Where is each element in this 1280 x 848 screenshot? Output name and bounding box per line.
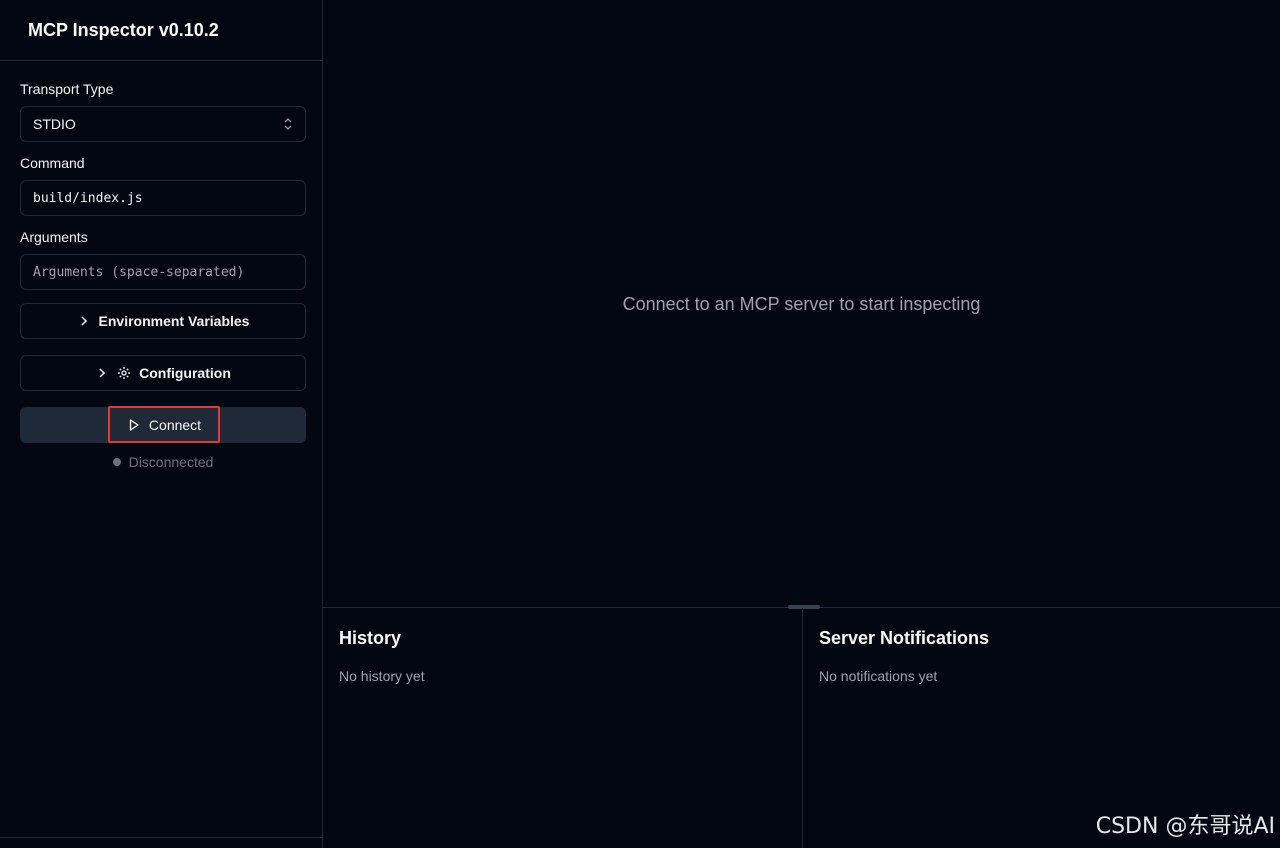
empty-state-message: Connect to an MCP server to start inspec…	[622, 294, 981, 314]
connection-status: Disconnected	[20, 454, 306, 470]
sidebar-divider	[0, 837, 322, 838]
chevron-up-down-icon	[284, 118, 292, 130]
main-area: Connect to an MCP server to start inspec…	[323, 0, 1280, 848]
transport-type-group: Transport Type STDIO	[20, 81, 306, 142]
command-group: Command build/index.js	[20, 155, 306, 216]
environment-variables-label: Environment Variables	[98, 313, 250, 329]
app-title: MCP Inspector v0.10.2	[28, 19, 219, 40]
sidebar: MCP Inspector v0.10.2 Transport Type STD…	[0, 0, 323, 848]
notifications-title: Server Notifications	[819, 628, 990, 648]
transport-type-label: Transport Type	[20, 81, 114, 97]
connect-label: Connect	[148, 416, 202, 433]
connect-row[interactable]: Connect	[20, 406, 306, 443]
status-text: Disconnected	[128, 454, 214, 470]
command-input[interactable]: build/index.js	[20, 180, 306, 216]
configuration-button[interactable]: Configuration	[20, 355, 306, 391]
environment-variables-button[interactable]: Environment Variables	[20, 303, 306, 339]
status-dot	[112, 458, 121, 466]
play-icon	[129, 418, 139, 431]
sidebar-header: MCP Inspector v0.10.2	[0, 0, 322, 61]
command-label: Command	[20, 155, 85, 171]
gear-icon	[118, 367, 131, 379]
arguments-label: Arguments	[20, 229, 88, 245]
connect-button[interactable]: Connect	[108, 406, 220, 443]
connection-form: Transport Type STDIO Command build/index…	[0, 61, 322, 470]
command-value: build/index.js	[33, 190, 143, 206]
configuration-label: Configuration	[139, 365, 231, 381]
history-empty: No history yet	[339, 668, 425, 684]
history-panel: History No history yet	[323, 608, 803, 848]
arguments-input[interactable]: Arguments (space-separated)	[20, 254, 306, 290]
history-title: History	[339, 628, 402, 648]
transport-type-value: STDIO	[33, 116, 76, 132]
arguments-placeholder: Arguments (space-separated)	[33, 264, 245, 280]
chevron-right-icon	[80, 316, 87, 326]
watermark: CSDN @东哥说AI	[1095, 814, 1275, 839]
main-empty-state: Connect to an MCP server to start inspec…	[323, 0, 1280, 607]
transport-type-select[interactable]: STDIO	[20, 106, 306, 142]
app-window: MCP Inspector v0.10.2 Transport Type STD…	[0, 0, 1280, 848]
arguments-group: Arguments Arguments (space-separated)	[20, 229, 306, 290]
notifications-empty: No notifications yet	[819, 668, 938, 684]
chevron-right-icon	[99, 368, 106, 378]
